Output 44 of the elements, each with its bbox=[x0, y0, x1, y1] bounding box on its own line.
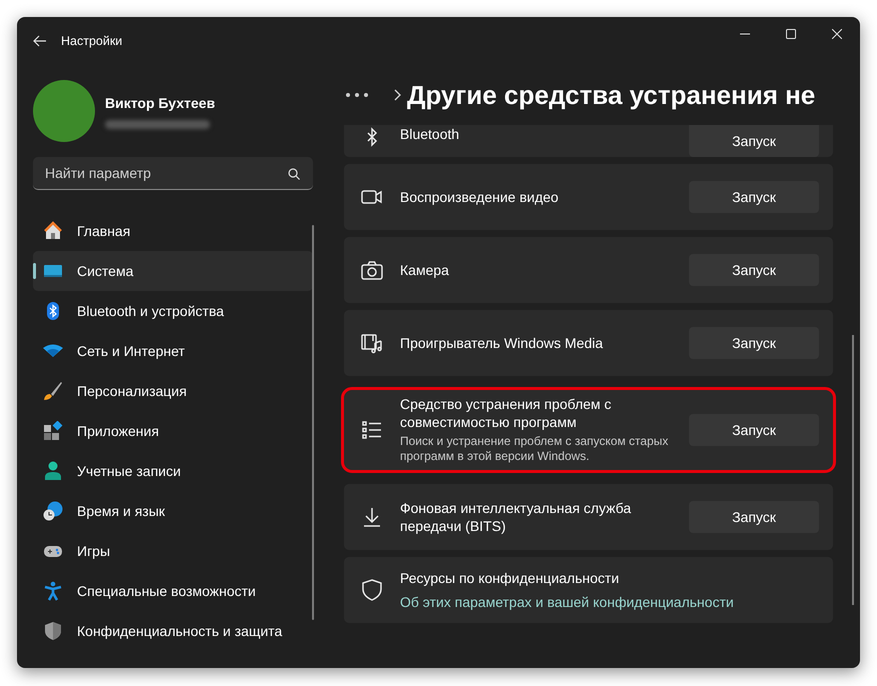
run-button[interactable]: Запуск bbox=[689, 254, 819, 286]
scrollbar[interactable] bbox=[852, 335, 854, 605]
chevron-icon bbox=[394, 89, 401, 101]
more-icon[interactable] bbox=[346, 93, 368, 97]
card-title: Фоновая интеллектуальная служба передачи (BITS) bbox=[400, 498, 632, 536]
globe-clock-icon bbox=[43, 501, 63, 521]
window-title: Настройки bbox=[61, 32, 122, 50]
card-title: Проигрыватель Windows Media bbox=[400, 334, 604, 352]
nav-item[interactable]: Специальные возможности bbox=[33, 571, 313, 611]
scrollbar[interactable] bbox=[312, 225, 314, 620]
nav-item[interactable]: Время и язык bbox=[33, 491, 313, 531]
nav-item[interactable]: Главная bbox=[33, 211, 313, 251]
run-button[interactable]: Запуск bbox=[689, 125, 819, 157]
card-title: Ресурсы по конфиденциальности bbox=[400, 568, 620, 587]
user-name: Виктор Бухтеев bbox=[105, 94, 216, 113]
nav-item[interactable]: Приложения bbox=[33, 411, 313, 451]
nav-item[interactable]: Игры bbox=[33, 531, 313, 571]
privacy-link[interactable]: Об этих параметрах и вашей конфиденциальности bbox=[400, 593, 734, 612]
search-icon[interactable] bbox=[288, 168, 300, 180]
brush-icon bbox=[43, 381, 63, 401]
nav-item[interactable]: Учетные записи bbox=[33, 451, 313, 491]
run-button[interactable]: Запуск bbox=[689, 181, 819, 213]
apps-icon bbox=[43, 421, 63, 441]
card-title: Воспроизведение видео bbox=[400, 188, 560, 206]
card-title: Средство устранения проблем с совместимостью программ bbox=[400, 395, 612, 432]
card-title: Камера bbox=[400, 260, 450, 280]
shield-icon bbox=[360, 578, 384, 602]
nav-item[interactable]: Bluetooth и устройства bbox=[33, 291, 313, 331]
run-button[interactable]: Запуск bbox=[689, 327, 819, 359]
run-button[interactable]: Запуск bbox=[689, 501, 819, 533]
home-icon bbox=[43, 221, 63, 241]
page-title: Другие средства устранения не bbox=[407, 78, 816, 112]
nav-item[interactable]: Конфиденциальность и защита bbox=[33, 611, 313, 651]
card-title: Bluetooth bbox=[400, 125, 460, 144]
card-description: Поиск и устранение проблем с запуском старых программ в этой версии Windows. bbox=[400, 434, 670, 465]
accessibility-icon bbox=[43, 581, 63, 601]
nav-item[interactable]: Система bbox=[33, 251, 313, 291]
search-field[interactable]: Найти параметр bbox=[33, 157, 313, 190]
nav-item[interactable]: Персонализация bbox=[33, 371, 313, 411]
run-button[interactable]: Запуск bbox=[689, 414, 819, 446]
back-icon[interactable] bbox=[33, 35, 47, 47]
shield-icon bbox=[43, 621, 63, 641]
person-icon bbox=[43, 461, 63, 481]
nav-item[interactable]: Сеть и Интернет bbox=[33, 331, 313, 371]
